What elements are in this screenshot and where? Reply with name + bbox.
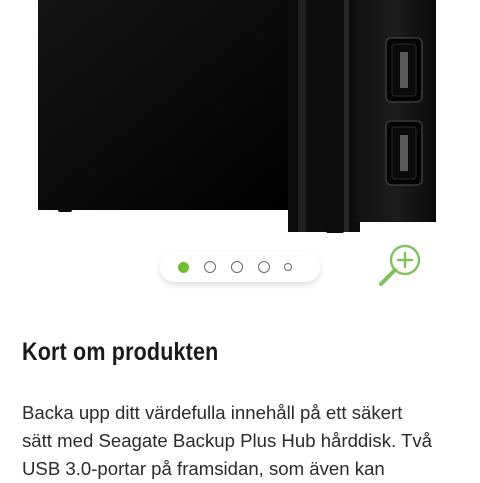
product-description: Backa upp ditt värdefulla innehåll på et…: [22, 399, 478, 483]
carousel-dot-1[interactable]: [178, 262, 189, 273]
carousel-dot-5[interactable]: [284, 263, 292, 271]
zoom-button[interactable]: [374, 240, 426, 290]
description-line: USB 3.0-portar på framsidan, som även ka…: [22, 458, 385, 479]
description-line: Backa upp ditt värdefulla innehåll på et…: [22, 402, 403, 423]
usb-port-bottom: [385, 120, 423, 186]
carousel-pager: [160, 252, 320, 282]
zoom-in-icon: [379, 244, 421, 286]
usb-port-top: [385, 37, 423, 103]
carousel-dot-4[interactable]: [258, 261, 270, 273]
carousel-dot-2[interactable]: [204, 261, 216, 273]
carousel-dot-3[interactable]: [231, 261, 243, 273]
product-image: [38, 0, 436, 233]
description-line: sätt med Seagate Backup Plus Hub hårddis…: [22, 430, 432, 451]
product-summary-heading: Kort om produkten: [22, 338, 219, 366]
